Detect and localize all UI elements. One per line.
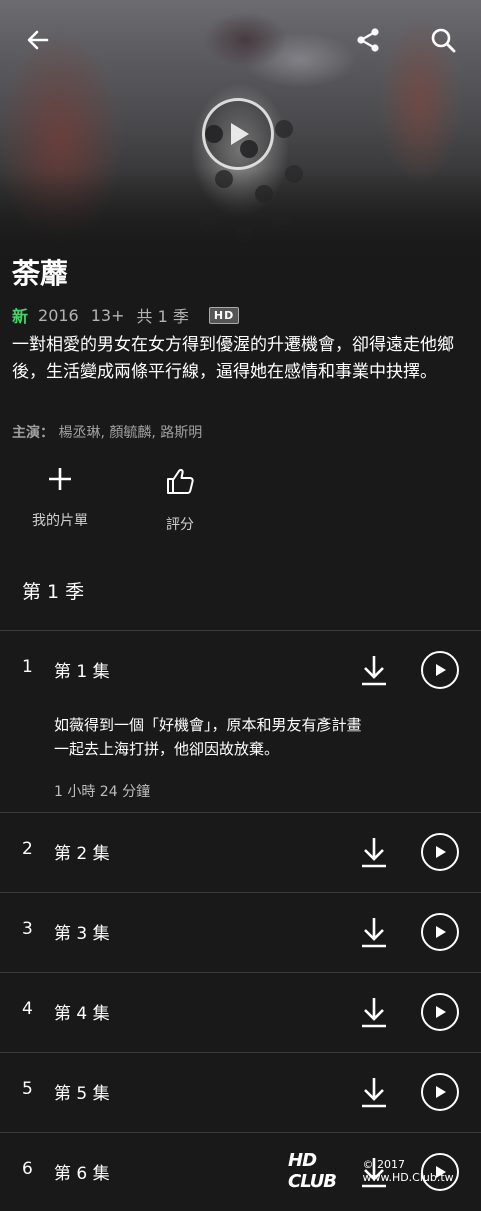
download-icon[interactable] [358, 914, 390, 950]
play-icon [231, 123, 249, 145]
episode-number: 6 [22, 1159, 33, 1179]
rate-button[interactable]: 評分 [135, 466, 225, 534]
episode-row[interactable]: 5 第 5 集 [0, 1053, 481, 1131]
season-selector[interactable]: 第 1 季 [22, 577, 84, 604]
download-icon[interactable] [358, 994, 390, 1030]
episode-play-button[interactable] [421, 833, 459, 871]
episode-number: 3 [22, 919, 33, 939]
share-icon [357, 28, 379, 52]
download-icon[interactable] [358, 834, 390, 870]
episode-title: 第 3 集 [54, 924, 110, 944]
episode-number: 1 [22, 657, 33, 677]
search-button[interactable] [425, 22, 461, 58]
play-icon [436, 846, 446, 858]
episode-title: 第 4 集 [54, 1004, 110, 1024]
cast-line: 主演： 楊丞琳, 顏毓麟, 路斯明 [12, 422, 202, 442]
maturity-rating: 13+ [90, 305, 125, 325]
share-button[interactable] [350, 22, 386, 58]
episode-play-button[interactable] [421, 1073, 459, 1111]
show-meta: 新 2016 13+ 共 1 季 HD [12, 302, 240, 328]
episode-duration: 1 小時 24 分鐘 [54, 784, 151, 800]
play-icon [436, 1086, 446, 1098]
episode-item: 2 第 2 集 [0, 812, 481, 893]
cast-label: 主演： [12, 425, 54, 441]
download-icon[interactable] [358, 1074, 390, 1110]
episode-row[interactable]: 4 第 4 集 [0, 973, 481, 1051]
play-icon [436, 664, 446, 676]
search-icon [431, 28, 456, 53]
episode-row[interactable]: 1 第 1 集 [0, 631, 481, 709]
show-title: 荼蘼 [12, 257, 69, 290]
back-arrow-icon [27, 30, 49, 50]
play-icon [436, 1006, 446, 1018]
hero-play-button[interactable] [202, 98, 274, 170]
release-year: 2016 [38, 305, 79, 325]
episode-row[interactable]: 2 第 2 集 [0, 813, 481, 891]
episode-item: 4 第 4 集 [0, 972, 481, 1053]
episode-title: 第 5 集 [54, 1084, 110, 1104]
episode-description: 如薇得到一個「好機會」，原本和男友有彥計畫一起去上海打拼，他卻因故放棄。 [54, 716, 362, 758]
back-button[interactable] [20, 22, 56, 58]
watermark-logo: HD CLUB [288, 1150, 337, 1192]
episode-item: 5 第 5 集 [0, 1052, 481, 1133]
episode-item: 1 第 1 集 如薇得到一個「好機會」，原本和男友有彥計畫一起去上海打拼，他卻因… [0, 630, 481, 813]
thumbs-up-icon [167, 468, 194, 494]
season-count: 共 1 季 [136, 307, 189, 326]
episode-number: 2 [22, 839, 33, 859]
rate-label: 評分 [166, 517, 194, 533]
play-icon [436, 926, 446, 938]
episode-item: 3 第 3 集 [0, 892, 481, 973]
watermark: HD CLUB © 2017 www.HD.Club.tw [288, 1150, 478, 1192]
episode-title: 第 1 集 [54, 662, 110, 682]
watermark-text: © 2017 www.HD.Club.tw [362, 1158, 454, 1184]
episode-play-button[interactable] [421, 651, 459, 689]
episode-play-button[interactable] [421, 913, 459, 951]
episode-number: 5 [22, 1079, 33, 1099]
new-badge: 新 [12, 307, 29, 326]
hd-badge: HD [208, 306, 240, 324]
show-synopsis: 一對相愛的男女在女方得到優渥的升遷機會，卻得遠走他鄉後，生活變成兩條平行線，逼得… [12, 335, 454, 382]
cast-names: 楊丞琳, 顏毓麟, 路斯明 [58, 425, 203, 441]
episode-play-button[interactable] [421, 993, 459, 1031]
my-list-button[interactable]: 我的片單 [15, 466, 105, 530]
episode-title: 第 6 集 [54, 1164, 110, 1184]
episode-row[interactable]: 3 第 3 集 [0, 893, 481, 971]
my-list-label: 我的片單 [32, 513, 88, 529]
download-icon[interactable] [358, 652, 390, 688]
episode-number: 4 [22, 999, 33, 1019]
episode-title: 第 2 集 [54, 844, 110, 864]
hero-fade [0, 170, 481, 272]
plus-icon [49, 468, 71, 490]
